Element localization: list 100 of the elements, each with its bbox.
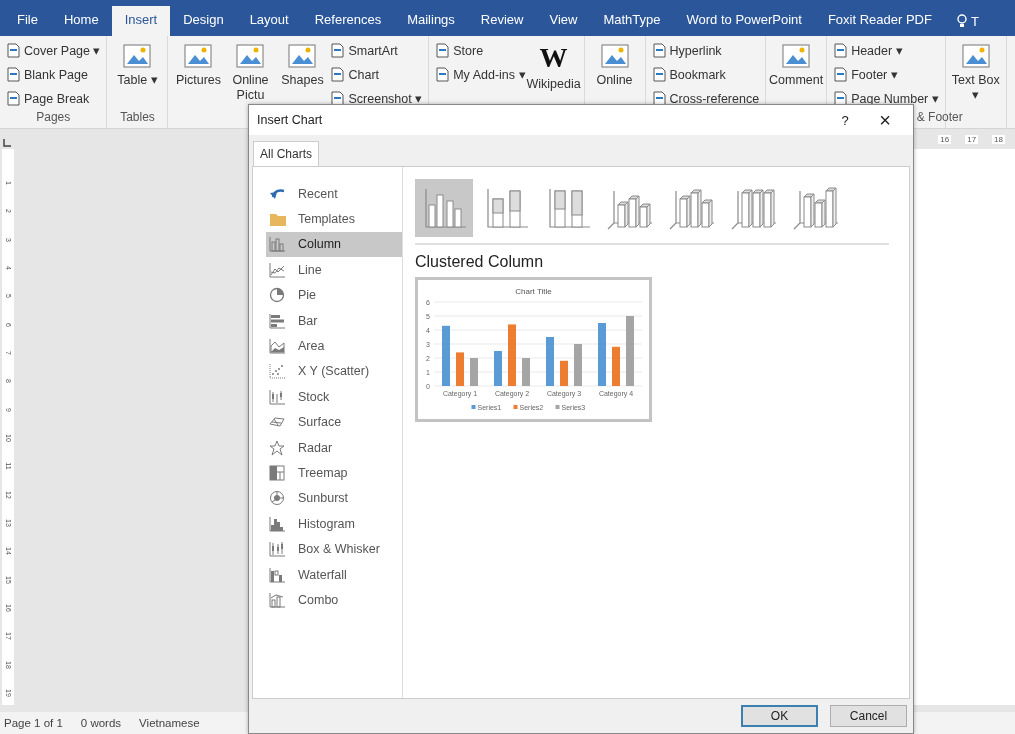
- chart-type-item[interactable]: Sunburst: [266, 485, 402, 512]
- ruler-number: 18: [992, 134, 1005, 144]
- tab-stop-icon: [3, 139, 11, 147]
- ribbon-button[interactable]: Online Pictu: [226, 40, 275, 110]
- group-label: Tables: [119, 110, 156, 126]
- ribbon-tab[interactable]: Layout: [236, 6, 302, 36]
- ribbon-button[interactable]: Bookmark: [651, 64, 760, 85]
- ribbon-button[interactable]: Text Box ▾: [951, 40, 1000, 110]
- chart-type-item[interactable]: Combo: [266, 587, 402, 613]
- ribbon-button[interactable]: SmartArt: [330, 40, 423, 61]
- chart-subtype-button[interactable]: [415, 179, 473, 237]
- document-icon: [6, 43, 21, 58]
- chart-type-item[interactable]: Area: [266, 333, 402, 359]
- chart-type-item[interactable]: Treemap: [266, 460, 402, 486]
- document-icon: [330, 43, 346, 58]
- group-label: & Footer: [916, 110, 963, 126]
- ribbon-button[interactable]: Blank Page: [6, 64, 101, 85]
- ribbon-button[interactable]: Screenshot ▾: [330, 88, 423, 109]
- ribbon-tab[interactable]: Word to PowerPoint: [673, 6, 815, 36]
- ribbon-button[interactable]: My Add-ins ▾: [435, 64, 526, 85]
- tell-me-button[interactable]: T: [956, 6, 979, 36]
- ribbon-button[interactable]: Page Break: [6, 88, 101, 109]
- ribbon-button[interactable]: Shapes: [278, 40, 327, 110]
- ribbon-tab[interactable]: Home: [50, 6, 112, 36]
- line-chart-icon: [269, 261, 286, 278]
- chart-type-item[interactable]: Waterfall: [266, 561, 402, 588]
- picture-frame-icon: [960, 42, 991, 70]
- document-icon: [651, 67, 667, 82]
- chart-type-item[interactable]: Stock: [266, 384, 402, 410]
- chart-type-item[interactable]: Box & Whisker: [266, 536, 402, 562]
- ribbon-button[interactable]: Header ▾: [833, 40, 939, 61]
- picture-frame-icon: [781, 42, 812, 70]
- ribbon-button[interactable]: Table ▾: [113, 40, 162, 110]
- chart-type-item[interactable]: Radar: [266, 434, 402, 461]
- status-text: 0 words: [80, 717, 122, 729]
- status-text: Page 1 of 1: [4, 717, 63, 729]
- folder-icon: [269, 211, 286, 228]
- wikipedia-logo: W: [539, 42, 568, 74]
- area-chart-icon: [269, 338, 286, 355]
- chart-type-item[interactable]: X Y (Scatter): [266, 358, 402, 385]
- chart-type-item[interactable]: Line: [266, 257, 402, 283]
- chart-type-item[interactable]: Templates: [266, 206, 402, 232]
- ribbon-button[interactable]: Footer ▾: [833, 64, 939, 85]
- combo-chart-icon: [269, 591, 286, 608]
- treemap-icon: [269, 465, 286, 481]
- ribbon-tab[interactable]: Insert: [111, 6, 171, 36]
- ruler-number: 17: [965, 134, 979, 144]
- dialog-title: Insert Chart: [257, 113, 324, 127]
- status-text: Vietnamese: [139, 717, 200, 729]
- legend-swatch: [513, 405, 518, 409]
- document-icon: [6, 91, 21, 106]
- dialog-tab[interactable]: All Charts: [253, 141, 319, 167]
- ribbon-tab[interactable]: Mailings: [394, 6, 468, 36]
- ribbon-button[interactable]: Store: [435, 40, 526, 61]
- document-icon: [435, 43, 451, 58]
- ribbon-tab[interactable]: Review: [467, 6, 537, 36]
- ribbon-tab[interactable]: References: [301, 6, 395, 36]
- ribbon-tab[interactable]: MathType: [590, 6, 674, 36]
- chart-type-item[interactable]: Surface: [266, 409, 402, 435]
- stock-chart-icon: [269, 388, 286, 405]
- chart-type-item[interactable]: Histogram: [266, 511, 402, 537]
- pie-chart-icon: [269, 287, 286, 304]
- document-icon: [651, 43, 667, 58]
- cancel-button[interactable]: Cancel: [830, 705, 907, 727]
- lightbulb-icon: [956, 14, 967, 28]
- ruler-number: 16: [938, 134, 952, 144]
- ribbon-button[interactable]: Online: [590, 40, 639, 110]
- box-plot-icon: [269, 541, 286, 558]
- chart-type-item[interactable]: Column: [266, 231, 402, 258]
- ribbon-tab[interactable]: Design: [170, 6, 237, 36]
- bar-chart-icon: [269, 312, 286, 329]
- ok-button[interactable]: OK: [741, 705, 818, 727]
- help-button[interactable]: ?: [825, 112, 865, 128]
- ribbon-button[interactable]: Cross-reference: [651, 88, 760, 109]
- picture-frame-icon: [599, 42, 630, 70]
- chart-type-item[interactable]: Pie: [266, 282, 402, 308]
- document-icon: [6, 67, 21, 82]
- chart-type-item[interactable]: Bar: [266, 307, 402, 334]
- document-icon: [833, 67, 849, 82]
- ribbon-button[interactable]: Cover Page ▾: [6, 40, 101, 61]
- radar-chart-icon: [269, 439, 286, 456]
- picture-frame-icon: [183, 42, 214, 70]
- histogram-icon: [269, 515, 286, 532]
- ribbon-tab[interactable]: Foxit Reader PDF: [814, 6, 945, 36]
- column-chart-icon: [269, 236, 286, 253]
- legend-swatch: [471, 405, 476, 409]
- subtype-heading: Clustered Column: [415, 253, 545, 271]
- ribbon-button[interactable]: Hyperlink: [651, 40, 760, 61]
- ribbon-button[interactable]: Pictures: [174, 40, 223, 110]
- sunburst-icon: [269, 490, 286, 507]
- close-button[interactable]: ×: [865, 108, 905, 132]
- picture-frame-icon: [122, 42, 153, 70]
- chart-type-item[interactable]: Recent: [266, 181, 402, 207]
- chart-title: Chart Title: [515, 287, 552, 296]
- scatter-chart-icon: [269, 363, 286, 380]
- ribbon-button[interactable]: Chart: [330, 64, 423, 85]
- legend-swatch: [555, 405, 560, 409]
- ribbon-tab[interactable]: File: [4, 6, 51, 36]
- ribbon-tab[interactable]: View: [536, 6, 591, 36]
- group-label: Pages: [35, 110, 72, 126]
